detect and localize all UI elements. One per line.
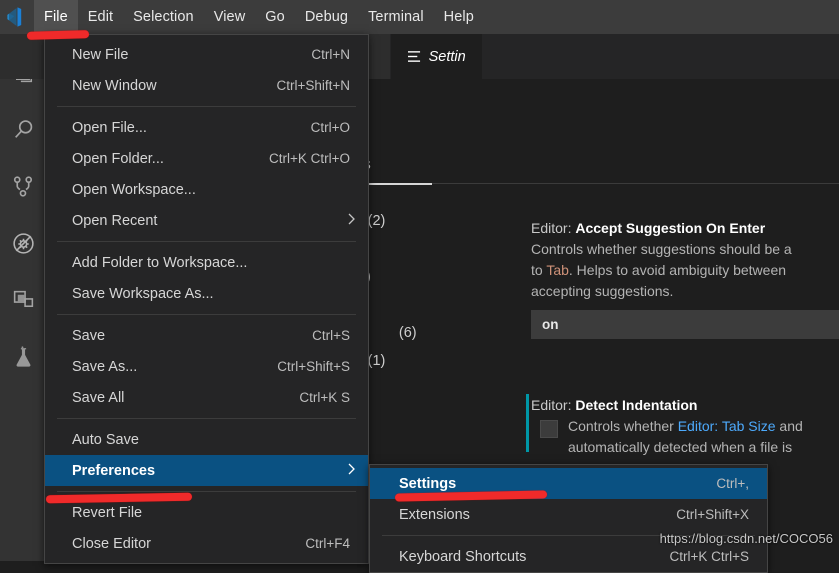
menu-item-save-all[interactable]: Save All Ctrl+K S bbox=[45, 382, 368, 413]
sidebar-item-extensions[interactable] bbox=[0, 272, 47, 329]
menubar-item-file[interactable]: File bbox=[34, 0, 78, 34]
preferences-submenu: Settings Ctrl+, Extensions Ctrl+Shift+X … bbox=[369, 464, 768, 573]
activity-bar bbox=[0, 34, 47, 561]
menu-item-new-file[interactable]: New File Ctrl+N bbox=[45, 39, 368, 70]
menu-separator bbox=[57, 314, 356, 315]
accept-suggestion-on-enter-dropdown[interactable]: on bbox=[531, 310, 839, 339]
annotation-underline-file bbox=[26, 30, 90, 40]
watermark-url: https://blog.csdn.net/COCO56 bbox=[659, 531, 833, 546]
menu-item-new-window[interactable]: New Window Ctrl+Shift+N bbox=[45, 70, 368, 101]
menu-item-save[interactable]: Save Ctrl+S bbox=[45, 320, 368, 351]
menu-separator bbox=[57, 491, 356, 492]
setting-detect-indentation: Editor: Detect Indentation Controls whet… bbox=[531, 397, 839, 458]
setting-modified-indicator bbox=[526, 394, 529, 452]
menu-item-open-workspace[interactable]: Open Workspace... bbox=[45, 174, 368, 205]
settings-list-icon bbox=[407, 50, 422, 63]
setting-description: Controls whether Editor: Tab Size and au… bbox=[568, 418, 803, 455]
setting-title: Editor: Detect Indentation bbox=[531, 397, 698, 413]
menu-item-open-file[interactable]: Open File... Ctrl+O bbox=[45, 112, 368, 143]
menu-separator bbox=[57, 106, 356, 107]
search-icon bbox=[11, 117, 36, 142]
menubar-item-debug[interactable]: Debug bbox=[295, 0, 358, 34]
menu-separator bbox=[57, 418, 356, 419]
sidebar-item-testing[interactable] bbox=[0, 329, 47, 386]
menu-item-auto-save[interactable]: Auto Save bbox=[45, 424, 368, 455]
chevron-right-icon bbox=[347, 462, 356, 479]
menu-item-close-editor[interactable]: Close Editor Ctrl+F4 bbox=[45, 528, 368, 559]
menubar-item-help[interactable]: Help bbox=[434, 0, 484, 34]
setting-description: Controls whether suggestions should be a… bbox=[531, 241, 792, 299]
run-debug-disabled-icon bbox=[11, 231, 36, 256]
menu-item-extensions[interactable]: Extensions Ctrl+Shift+X bbox=[370, 499, 767, 530]
setting-title: Editor: Accept Suggestion On Enter bbox=[531, 220, 766, 236]
menubar-item-selection[interactable]: Selection bbox=[123, 0, 204, 34]
tab-settings[interactable]: Settin bbox=[390, 34, 483, 79]
menu-item-save-as[interactable]: Save As... Ctrl+Shift+S bbox=[45, 351, 368, 382]
file-menu: New File Ctrl+N New Window Ctrl+Shift+N … bbox=[44, 34, 369, 564]
source-control-icon bbox=[11, 174, 36, 199]
extensions-icon bbox=[11, 288, 36, 313]
menu-separator bbox=[57, 241, 356, 242]
menubar-item-go[interactable]: Go bbox=[255, 0, 295, 34]
sidebar-item-source-control[interactable] bbox=[0, 158, 47, 215]
menubar-item-view[interactable]: View bbox=[204, 0, 256, 34]
menu-item-open-recent[interactable]: Open Recent bbox=[45, 205, 368, 236]
menu-item-open-folder[interactable]: Open Folder... Ctrl+K Ctrl+O bbox=[45, 143, 368, 174]
sidebar-item-search[interactable] bbox=[0, 101, 47, 158]
vscode-logo-icon bbox=[0, 0, 34, 34]
menubar-item-terminal[interactable]: Terminal bbox=[358, 0, 434, 34]
vscode-window: File Edit Selection View Go Debug Termin… bbox=[0, 0, 839, 573]
sidebar-item-run-and-debug[interactable] bbox=[0, 215, 47, 272]
beaker-test-icon bbox=[11, 345, 36, 370]
detect-indentation-checkbox[interactable] bbox=[540, 420, 558, 438]
setting-accept-suggestion-on-enter: Editor: Accept Suggestion On Enter Contr… bbox=[531, 220, 839, 339]
menu-bar: File Edit Selection View Go Debug Termin… bbox=[34, 0, 484, 34]
tab-label: Settin bbox=[428, 48, 466, 65]
title-bar: File Edit Selection View Go Debug Termin… bbox=[0, 0, 839, 34]
menu-item-save-workspace-as[interactable]: Save Workspace As... bbox=[45, 278, 368, 309]
menu-item-preferences[interactable]: Preferences bbox=[45, 455, 368, 486]
menubar-item-edit[interactable]: Edit bbox=[78, 0, 123, 34]
chevron-right-icon bbox=[347, 212, 356, 229]
menu-item-add-folder-to-workspace[interactable]: Add Folder to Workspace... bbox=[45, 247, 368, 278]
